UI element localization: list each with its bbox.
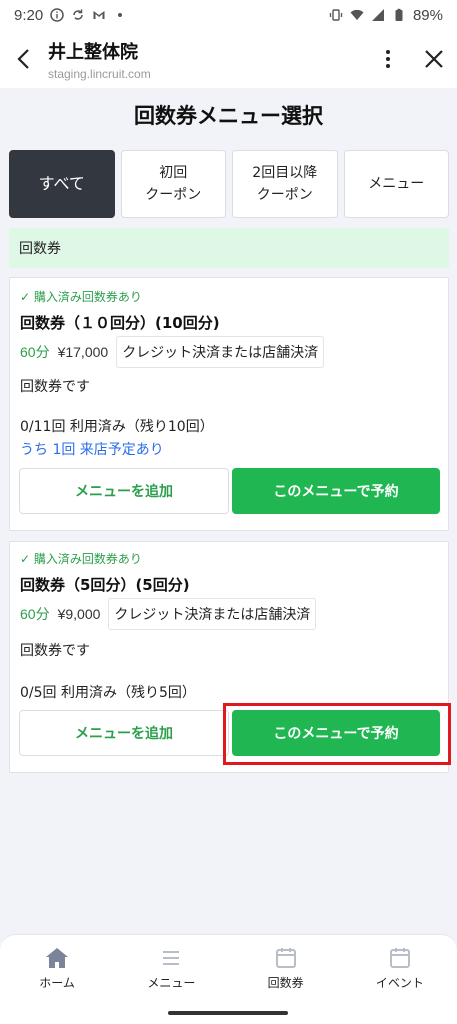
nav-label: メニュー xyxy=(147,975,196,990)
duration: 60分 xyxy=(20,344,50,360)
nav-menu[interactable]: メニュー xyxy=(114,935,228,1002)
payment-method-tag: クレジット決済または店舗決済 xyxy=(116,336,325,368)
battery-icon xyxy=(392,8,406,22)
book-menu-button[interactable]: このメニューで予約 xyxy=(232,468,440,514)
vibrate-icon xyxy=(329,8,343,22)
home-indicator[interactable] xyxy=(168,1011,288,1015)
price-row: 60分 ¥17,000 クレジット決済または店舗決済 xyxy=(20,336,325,368)
wifi-icon xyxy=(350,8,364,22)
signal-icon xyxy=(371,8,385,22)
home-icon xyxy=(45,947,69,969)
menu-name: 回数券（5回分）(5回分) xyxy=(20,576,190,594)
tab-all[interactable]: すべて xyxy=(9,150,115,218)
menu-description: 回数券です xyxy=(20,643,90,659)
price: ¥9,000 xyxy=(57,606,101,622)
ticket-card: ✓ 購入済み回数券あり 回数券（5回分）(5回分) 60分 ¥9,000 クレジ… xyxy=(9,541,449,773)
menu-description: 回数券です xyxy=(20,379,90,395)
gmail-icon xyxy=(92,8,106,22)
tab-first-coupon[interactable]: 初回 クーポン xyxy=(120,150,226,218)
add-menu-button[interactable]: メニューを追加 xyxy=(19,710,229,756)
nav-label: ホーム xyxy=(39,975,75,990)
price-row: 60分 ¥9,000 クレジット決済または店舗決済 xyxy=(20,598,317,630)
reserved-visit-note: うち 1回 来店予定あり xyxy=(20,442,164,458)
page-title: 回数券メニュー選択 xyxy=(134,104,323,128)
payment-method-tag: クレジット決済または店舗決済 xyxy=(108,598,317,630)
duration: 60分 xyxy=(20,606,50,622)
nav-tickets[interactable]: 回数券 xyxy=(229,935,343,1002)
category-tabs: すべて 初回 クーポン 2回目以降 クーポン メニュー xyxy=(9,150,449,218)
status-bar: 9:20 89% xyxy=(0,0,457,30)
status-time: 9:20 xyxy=(14,6,44,24)
calendar-icon xyxy=(274,947,298,969)
sync-icon xyxy=(71,8,85,22)
info-icon xyxy=(50,8,64,22)
nav-events[interactable]: イベント xyxy=(343,935,457,1002)
purchased-badge: ✓ 購入済み回数券あり xyxy=(20,290,142,304)
close-button[interactable] xyxy=(411,30,457,88)
usage-count: 0/5回 利用済み（残り5回） xyxy=(20,685,196,701)
menu-name: 回数券（１０回分）(10回分) xyxy=(20,314,220,332)
nav-home[interactable]: ホーム xyxy=(0,935,114,1002)
nav-label: イベント xyxy=(375,975,424,990)
chevron-left-icon xyxy=(17,49,29,69)
app-header: 井上整体院 staging.lincruit.com xyxy=(0,30,457,88)
back-button[interactable] xyxy=(0,30,48,88)
battery-percent: 89% xyxy=(412,6,443,24)
close-icon xyxy=(425,50,443,68)
more-options-button[interactable] xyxy=(365,30,411,88)
book-menu-button[interactable]: このメニューで予約 xyxy=(232,710,440,756)
menu-list-icon xyxy=(159,947,183,969)
price: ¥17,000 xyxy=(57,344,109,360)
section-header: 回数券 xyxy=(9,228,449,268)
tab-repeat-coupon[interactable]: 2回目以降 クーポン xyxy=(232,150,338,218)
ticket-card: ✓ 購入済み回数券あり 回数券（１０回分）(10回分) 60分 ¥17,000 … xyxy=(9,277,449,531)
dot-icon xyxy=(113,8,127,22)
site-title: 井上整体院 xyxy=(48,41,138,63)
kebab-menu-icon xyxy=(386,50,390,68)
purchased-badge: ✓ 購入済み回数券あり xyxy=(20,552,142,566)
tab-menu[interactable]: メニュー xyxy=(343,150,449,218)
nav-label: 回数券 xyxy=(267,975,304,990)
add-menu-button[interactable]: メニューを追加 xyxy=(19,468,229,514)
bottom-nav: ホーム メニュー 回数券 イベント xyxy=(0,934,457,1002)
calendar-icon xyxy=(388,947,412,969)
usage-count: 0/11回 利用済み（残り10回） xyxy=(20,419,214,435)
site-url: staging.lincruit.com xyxy=(48,66,151,81)
